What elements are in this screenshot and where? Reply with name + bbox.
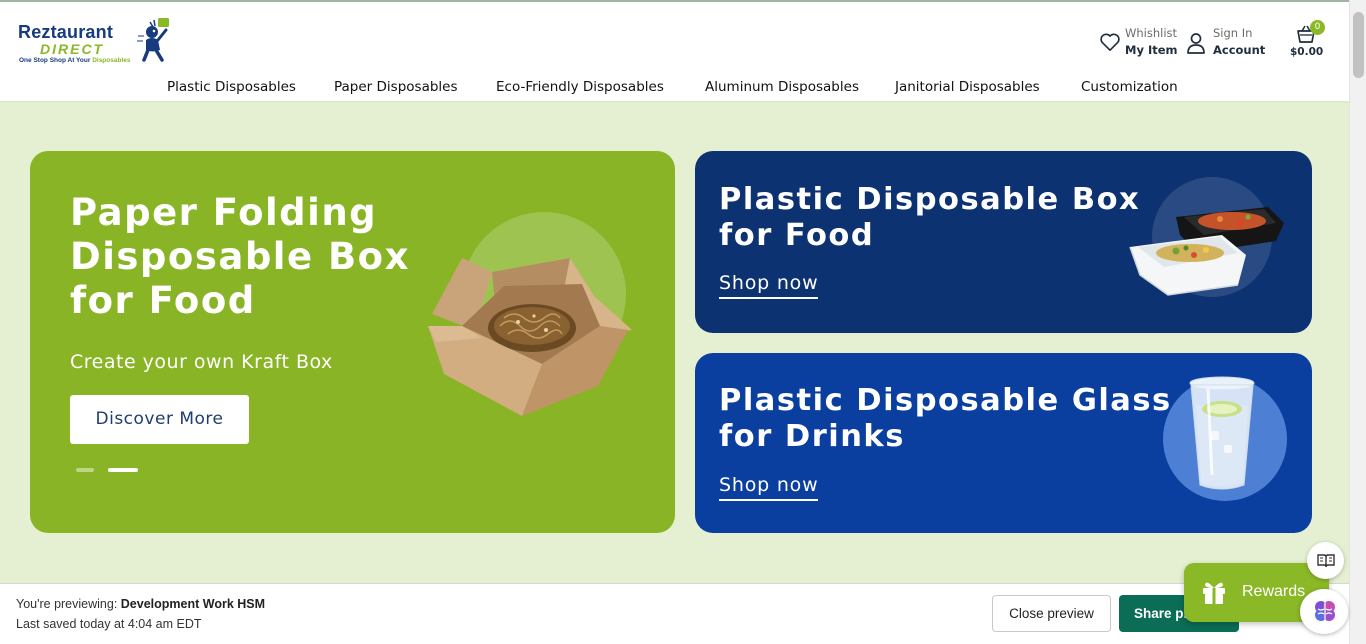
- preview-theme-info: You're previewing: Development Work HSM: [16, 597, 266, 611]
- site-header: Reztaurant DIRECT One Stop Shop At Your …: [0, 0, 1349, 101]
- shop-now-link[interactable]: Shop now: [719, 272, 819, 299]
- logo-brand-name: Reztaurant: [18, 22, 114, 42]
- brain-icon: [1315, 601, 1335, 621]
- page-scrollbar[interactable]: [1349, 0, 1366, 644]
- rewards-label: Rewards: [1242, 583, 1306, 600]
- scrollbar-thumb[interactable]: [1353, 12, 1364, 78]
- close-preview-button[interactable]: Close preview: [992, 595, 1111, 632]
- promo-card-plastic-glass: Plastic Disposable Glass for Drinks Shop …: [695, 353, 1312, 533]
- logo-brand-sub: DIRECT: [40, 41, 105, 57]
- kraft-box-image: [428, 258, 632, 416]
- plastic-box-image: [1129, 207, 1284, 296]
- discover-more-button[interactable]: Discover More: [70, 395, 249, 444]
- nav-eco-friendly-disposables[interactable]: Eco-Friendly Disposables: [496, 79, 664, 95]
- reader-mode-button[interactable]: [1307, 542, 1344, 579]
- book-icon: [1317, 554, 1335, 568]
- hero-main-title: Paper Folding Disposable Box for Food: [70, 191, 410, 322]
- ai-assistant-button[interactable]: [1300, 589, 1348, 634]
- cart-count-badge: 0: [1310, 20, 1325, 35]
- account-link[interactable]: Sign In Account: [1186, 24, 1266, 60]
- heart-icon: [1100, 33, 1120, 51]
- slide-dot-2[interactable]: [108, 468, 138, 472]
- nav-paper-disposables[interactable]: Paper Disposables: [334, 79, 458, 95]
- cart-total: $0.00: [1290, 46, 1324, 58]
- slide-indicators: [76, 468, 146, 472]
- nav-plastic-disposables[interactable]: Plastic Disposables: [167, 79, 296, 95]
- main-nav: Plastic Disposables Paper Disposables Ec…: [0, 79, 1349, 97]
- theme-preview-bar: You're previewing: Development Work HSM …: [0, 583, 1349, 644]
- sign-in-label: Sign In: [1213, 26, 1253, 40]
- shop-now-link[interactable]: Shop now: [719, 474, 819, 501]
- hero-main-slide: Paper Folding Disposable Box for Food Cr…: [30, 151, 675, 533]
- site-logo[interactable]: Reztaurant DIRECT One Stop Shop At Your …: [18, 16, 178, 68]
- preview-last-saved: Last saved today at 4:04 am EDT: [16, 617, 202, 631]
- cart-button[interactable]: 0 $0.00: [1290, 20, 1330, 60]
- slide-dot-1[interactable]: [76, 468, 94, 472]
- nav-janitorial-disposables[interactable]: Janitorial Disposables: [895, 79, 1040, 95]
- promo-card-plastic-box: Plastic Disposable Box for Food Shop now: [695, 151, 1312, 333]
- wishlist-link[interactable]: Whishlist My Item: [1099, 24, 1181, 60]
- promo-card-title: Plastic Disposable Box for Food: [719, 182, 1141, 253]
- promo-card-title: Plastic Disposable Glass for Drinks: [719, 383, 1172, 454]
- nav-aluminum-disposables[interactable]: Aluminum Disposables: [705, 79, 859, 95]
- user-icon: [1187, 33, 1205, 54]
- logo-tagline: One Stop Shop At Your Disposables: [19, 57, 131, 64]
- wishlist-sublabel: My Item: [1125, 43, 1178, 57]
- hero-main-subtitle: Create your own Kraft Box: [70, 351, 333, 373]
- wishlist-label: Whishlist: [1125, 26, 1178, 40]
- gift-icon: [1203, 582, 1225, 604]
- account-label: Account: [1213, 43, 1266, 57]
- plastic-glass-image: [1189, 376, 1255, 490]
- nav-customization[interactable]: Customization: [1081, 79, 1178, 95]
- logo-mascot-icon: [137, 18, 169, 62]
